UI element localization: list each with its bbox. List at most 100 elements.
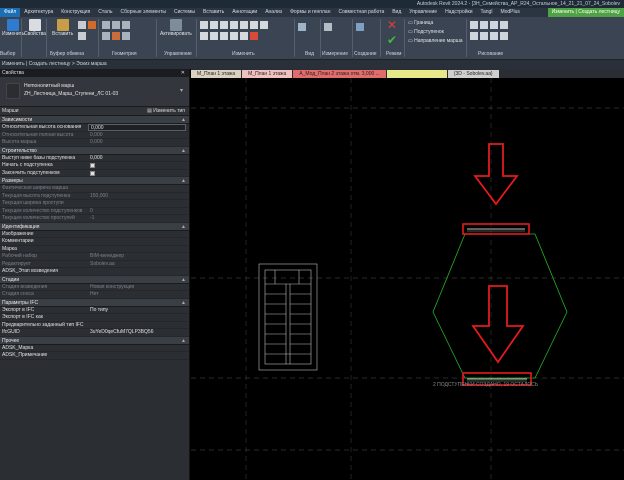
property-value[interactable]: [88, 314, 189, 321]
cope-icon[interactable]: [102, 21, 110, 29]
property-row[interactable]: Относительная высота основания 0,000: [0, 124, 189, 132]
property-value[interactable]: [88, 170, 189, 177]
paint-icon[interactable]: [112, 32, 120, 40]
view-tab[interactable]: М_План 1 этажа: [191, 69, 242, 78]
hexagon-sketch-boundary[interactable]: [432, 233, 568, 379]
property-value[interactable]: [88, 345, 189, 352]
ribbon-tab-1[interactable]: Архитектура: [20, 8, 57, 17]
ribbon-tab-5[interactable]: Системы: [170, 8, 199, 17]
split-icon[interactable]: [210, 32, 218, 40]
property-row[interactable]: Экспорт в IFC как: [0, 314, 189, 322]
property-row[interactable]: ADSK_Примечание: [0, 352, 189, 360]
trim-icon[interactable]: [200, 32, 208, 40]
scale-icon[interactable]: [230, 32, 238, 40]
property-value[interactable]: [88, 238, 189, 245]
draw-spline-icon[interactable]: [480, 32, 488, 40]
stair-path-option[interactable]: ▭ Направление марша: [408, 37, 463, 46]
property-row[interactable]: Предварительно заданный тип IFC: [0, 322, 189, 329]
view-tab[interactable]: М_План 1 этажа: [242, 69, 293, 78]
properties-button[interactable]: Свойства: [24, 19, 46, 37]
split-face-icon[interactable]: [122, 32, 130, 40]
view-tab[interactable]: {3D - Sobolev.aa}: [447, 69, 499, 78]
property-row[interactable]: IfcGUID 3uYeD0qeCfuM7QLP3BQ56: [0, 329, 189, 337]
drawing-svg[interactable]: 2 ПОДСТУПЕНКИ СОЗДАНО, 19 ОСТАЛОСЬ: [191, 78, 624, 480]
cut-geometry-icon[interactable]: [112, 21, 120, 29]
wall-joins-icon[interactable]: [102, 32, 110, 40]
ribbon-tab-0[interactable]: Файл: [0, 8, 21, 17]
property-value[interactable]: 0,000: [88, 155, 189, 162]
existing-staircase[interactable]: [258, 263, 318, 371]
draw-rectangle-icon[interactable]: [480, 21, 488, 29]
property-row[interactable]: Комментарии: [0, 238, 189, 246]
property-section-header[interactable]: Параметры IFC ▲: [0, 298, 189, 307]
draw-arc-icon[interactable]: [470, 32, 478, 40]
create-icon[interactable]: [356, 23, 364, 31]
ribbon-tab-11[interactable]: Вид: [388, 8, 405, 17]
offset-icon[interactable]: [210, 21, 218, 29]
ribbon-tab-16[interactable]: Изменить | Создать лестницу: [547, 8, 624, 17]
property-value[interactable]: По типу: [88, 307, 189, 314]
move-icon[interactable]: [240, 21, 248, 29]
collapse-caret-icon[interactable]: ▲: [181, 276, 186, 284]
property-row[interactable]: ADSK_Марка: [0, 345, 189, 352]
ribbon-tab-12[interactable]: Управление: [405, 8, 441, 17]
property-row[interactable]: Начать с подступенка: [0, 162, 189, 170]
checkbox[interactable]: [90, 163, 95, 168]
property-section-header[interactable]: Строительство ▲: [0, 146, 189, 155]
ribbon-tab-2[interactable]: Конструкция: [57, 8, 94, 17]
match-properties-icon[interactable]: [88, 21, 96, 29]
rotate-icon[interactable]: [260, 21, 268, 29]
collapse-caret-icon[interactable]: ▲: [181, 337, 186, 345]
type-selector[interactable]: Неmонолитный марш ZН_Лестница_Марш_Ступе…: [0, 77, 189, 107]
mirror-axis-icon[interactable]: [220, 21, 228, 29]
draw-polygon-icon[interactable]: [490, 21, 498, 29]
property-value[interactable]: [88, 268, 189, 275]
property-value[interactable]: [88, 352, 189, 359]
collapse-caret-icon[interactable]: ▲: [181, 177, 186, 185]
view-tab[interactable]: А_Мод_План 2 этажа отм. 3,000 ...: [293, 69, 386, 78]
cut-icon[interactable]: [78, 21, 86, 29]
view-tab[interactable]: [386, 69, 447, 78]
ribbon-tab-10[interactable]: Совместная работа: [334, 8, 388, 17]
property-row[interactable]: Марка: [0, 246, 189, 253]
finish-edit-mode-button[interactable]: ✔: [386, 34, 398, 46]
property-row[interactable]: Экспорт в IFC По типу: [0, 307, 189, 314]
property-value[interactable]: 0,000: [88, 124, 186, 131]
activate-button[interactable]: Активировать: [160, 19, 192, 37]
ribbon-tab-14[interactable]: Tangl: [477, 8, 497, 17]
draw-circle-icon[interactable]: [500, 21, 508, 29]
cancel-edit-mode-button[interactable]: ✕: [386, 19, 398, 31]
ribbon-tab-13[interactable]: Надстройки: [441, 8, 476, 17]
property-row[interactable]: Изображение: [0, 231, 189, 238]
ribbon-tab-15[interactable]: ModPlus: [496, 8, 523, 17]
collapse-caret-icon[interactable]: ▲: [181, 223, 186, 231]
property-row[interactable]: Закончить подступенком: [0, 170, 189, 177]
close-icon[interactable]: ✕: [181, 69, 185, 77]
riser-option[interactable]: ▭ Подступенок: [408, 28, 463, 37]
mirror-draw-icon[interactable]: [230, 21, 238, 29]
draw-line-icon[interactable]: [470, 21, 478, 29]
property-section-header[interactable]: Идентификация ▲: [0, 222, 189, 231]
property-value[interactable]: [88, 162, 189, 169]
ribbon-tab-9[interactable]: Формы и генплан: [286, 8, 334, 17]
join-icon[interactable]: [122, 21, 130, 29]
pin-icon[interactable]: [240, 32, 248, 40]
collapse-caret-icon[interactable]: ▲: [181, 147, 186, 155]
ribbon-tab-3[interactable]: Сталь: [94, 8, 116, 17]
paste-button[interactable]: Вставить: [52, 19, 73, 37]
delete-icon[interactable]: [250, 32, 258, 40]
copy-element-icon[interactable]: [250, 21, 258, 29]
ribbon-tab-6[interactable]: Вставить: [199, 8, 228, 17]
collapse-caret-icon[interactable]: ▲: [181, 299, 186, 307]
pick-lines-icon[interactable]: [500, 32, 508, 40]
boundary-option[interactable]: ▭ Граница: [408, 19, 463, 28]
measure-icon[interactable]: [324, 23, 332, 31]
drawing-area[interactable]: 2 ПОДСТУПЕНКИ СОЗДАНО, 19 ОСТАЛОСЬ: [191, 78, 624, 480]
instance-filter[interactable]: Марши ▤ Изменить тип: [0, 107, 189, 116]
ribbon-tab-4[interactable]: Сборные элементы: [116, 8, 170, 17]
edit-type-button[interactable]: ▤ Изменить тип: [147, 107, 185, 116]
align-icon[interactable]: [200, 21, 208, 29]
hide-icon[interactable]: [298, 23, 306, 31]
property-value[interactable]: [88, 231, 189, 238]
draw-ellipse-icon[interactable]: [490, 32, 498, 40]
